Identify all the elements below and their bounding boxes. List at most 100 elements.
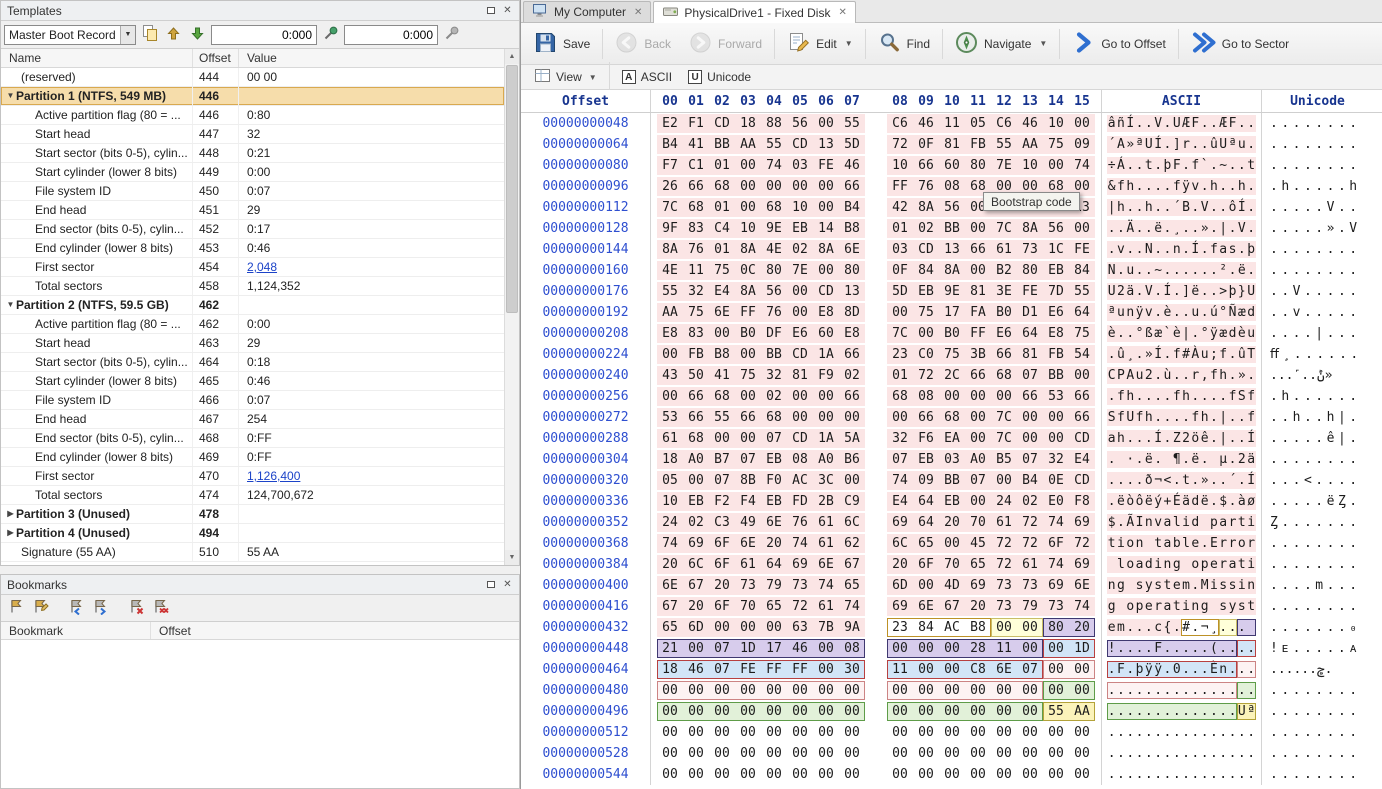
ascii-char[interactable]: t	[1172, 599, 1181, 614]
hex-byte[interactable]: 11	[683, 263, 709, 278]
ascii-char[interactable]: +	[1163, 494, 1172, 509]
ascii-char[interactable]: à	[1237, 494, 1246, 509]
ascii-char[interactable]: .	[1153, 305, 1162, 320]
ascii-char[interactable]: .	[1246, 746, 1255, 761]
hex-byte[interactable]: 00	[735, 746, 761, 761]
ascii-char[interactable]: .	[1200, 179, 1209, 194]
hex-byte[interactable]: 8B	[735, 473, 761, 488]
template-row[interactable]: (reserved)44400 00	[1, 68, 504, 87]
hex-byte[interactable]: 00	[683, 704, 709, 719]
ascii-char[interactable]: o	[1126, 557, 1135, 572]
ascii-char[interactable]: ]	[1181, 284, 1190, 299]
hex-byte[interactable]: 7C	[991, 410, 1017, 425]
hex-byte[interactable]: 00	[787, 683, 813, 698]
hex-byte[interactable]: 68	[939, 410, 965, 425]
ascii-char[interactable]: .	[1116, 515, 1125, 530]
ascii-char[interactable]: .	[1219, 389, 1228, 404]
template-offset-secondary-input[interactable]	[344, 25, 438, 45]
ascii-char[interactable]: .	[1209, 221, 1218, 236]
hex-byte[interactable]: EB	[1043, 263, 1069, 278]
ascii-char[interactable]: .	[1163, 242, 1172, 257]
hex-byte[interactable]: B0	[991, 305, 1017, 320]
hex-byte[interactable]: B7	[709, 452, 735, 467]
ascii-char[interactable]: >	[1219, 284, 1228, 299]
hex-byte[interactable]: E8	[813, 305, 839, 320]
hex-byte[interactable]: AA	[1017, 137, 1043, 152]
hex-byte[interactable]: B2	[991, 263, 1017, 278]
ascii-char[interactable]: .	[1200, 263, 1209, 278]
ascii-char[interactable]: .	[1209, 200, 1218, 215]
hex-byte[interactable]: 61	[991, 515, 1017, 530]
ascii-char[interactable]: u	[1116, 305, 1125, 320]
ascii-char[interactable]: N	[1107, 263, 1116, 278]
unicode-text[interactable]: .....ëȤ.	[1261, 491, 1373, 512]
ascii-char[interactable]: h	[1116, 200, 1125, 215]
hex-byte[interactable]: E8	[839, 326, 865, 341]
ascii-char[interactable]: N	[1144, 242, 1153, 257]
ascii-char[interactable]: .	[1181, 746, 1190, 761]
ascii-char[interactable]: .	[1163, 746, 1172, 761]
hex-byte[interactable]: 00	[965, 725, 991, 740]
ascii-char[interactable]: ¬	[1200, 620, 1209, 635]
ascii-char[interactable]: .	[1219, 704, 1228, 719]
hex-byte[interactable]: D1	[1017, 305, 1043, 320]
hex-byte[interactable]: 49	[735, 515, 761, 530]
ascii-char[interactable]: U	[1172, 116, 1181, 131]
ascii-char[interactable]: `	[1200, 158, 1209, 173]
ascii-char[interactable]: v	[1144, 305, 1153, 320]
ascii-char[interactable]	[1144, 536, 1153, 551]
ascii-char[interactable]: f	[1116, 410, 1125, 425]
ascii-char[interactable]: è	[1237, 326, 1246, 341]
hex-byte[interactable]: 02	[761, 389, 787, 404]
ascii-char[interactable]: h	[1144, 200, 1153, 215]
ascii-char[interactable]: .	[1163, 389, 1172, 404]
ascii-char[interactable]: ö	[1191, 431, 1200, 446]
ascii-char[interactable]: æ	[1237, 305, 1246, 320]
ascii-char[interactable]: U	[1219, 137, 1228, 152]
hex-byte[interactable]: 66	[683, 179, 709, 194]
hex-byte[interactable]: 8A	[735, 284, 761, 299]
hex-byte[interactable]: 8A	[735, 242, 761, 257]
hex-byte[interactable]: 00	[709, 725, 735, 740]
hex-byte[interactable]: 60	[939, 158, 965, 173]
hex-byte[interactable]: 00	[839, 683, 865, 698]
ascii-char[interactable]: Z	[1172, 431, 1181, 446]
ascii-char[interactable]: n	[1144, 515, 1153, 530]
hex-byte[interactable]: 3E	[991, 284, 1017, 299]
ascii-char[interactable]: V	[1153, 116, 1162, 131]
ascii-char[interactable]: .	[1237, 641, 1246, 656]
hex-byte[interactable]: 09	[913, 473, 939, 488]
hex-byte[interactable]: 00	[991, 389, 1017, 404]
ascii-char[interactable]: y	[1228, 599, 1237, 614]
ascii-char[interactable]: .	[1144, 683, 1153, 698]
hex-byte[interactable]: 8D	[839, 305, 865, 320]
ascii-char[interactable]: .	[1219, 200, 1228, 215]
ascii-char[interactable]: ò	[1126, 494, 1135, 509]
template-row[interactable]: Total sectors474124,700,672	[1, 486, 504, 505]
ascii-char[interactable]: r	[1228, 515, 1237, 530]
hex-byte[interactable]: 00	[1043, 725, 1069, 740]
hex-byte[interactable]: 02	[787, 242, 813, 257]
hex-byte[interactable]: 1A	[813, 347, 839, 362]
hex-byte[interactable]: 00	[735, 767, 761, 782]
ascii-char[interactable]: .	[1153, 767, 1162, 782]
ascii-char[interactable]: .	[1172, 284, 1181, 299]
ascii-char[interactable]: .	[1209, 284, 1218, 299]
hex-byte[interactable]: 00	[1017, 704, 1043, 719]
hex-byte[interactable]: 72	[991, 557, 1017, 572]
ascii-char[interactable]: }	[1237, 284, 1246, 299]
hex-byte[interactable]: E4	[887, 494, 913, 509]
ascii-char[interactable]: .	[1209, 389, 1218, 404]
ascii-char[interactable]: P	[1116, 368, 1125, 383]
ascii-char[interactable]: i	[1181, 515, 1190, 530]
ascii-char[interactable]: Í	[1153, 137, 1162, 152]
hex-byte[interactable]: F9	[813, 368, 839, 383]
ascii-char[interactable]: e	[1107, 620, 1116, 635]
hex-byte[interactable]: 55	[839, 116, 865, 131]
ascii-char[interactable]: .	[1135, 704, 1144, 719]
hex-byte[interactable]: 21	[657, 641, 683, 656]
ascii-char[interactable]: ô	[1228, 200, 1237, 215]
ascii-char[interactable]: p	[1135, 599, 1144, 614]
hex-byte[interactable]: 7E	[787, 263, 813, 278]
ascii-char[interactable]: Í	[1237, 200, 1246, 215]
